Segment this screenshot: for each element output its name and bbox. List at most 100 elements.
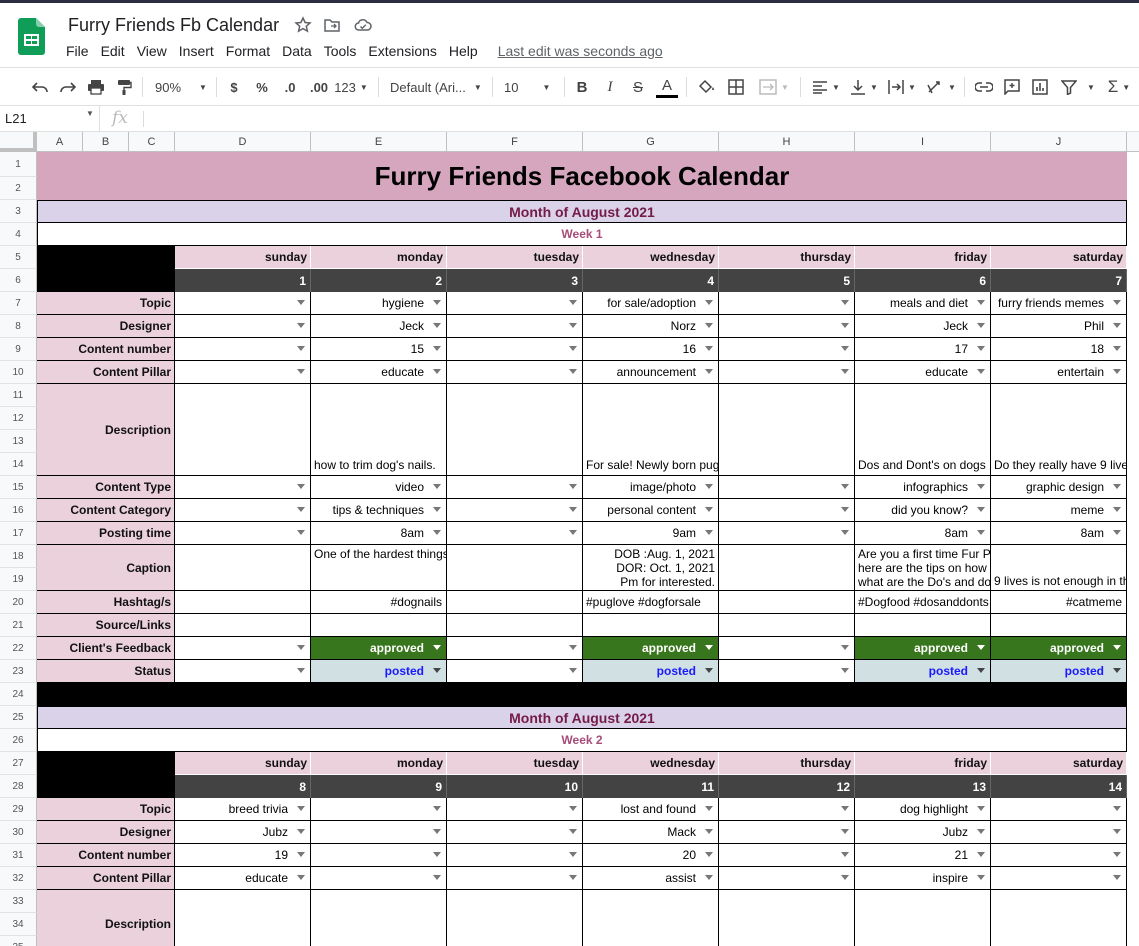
topic-dropdown[interactable] — [719, 798, 855, 821]
content-pillar-dropdown[interactable]: entertain — [991, 361, 1127, 384]
row-header-31[interactable]: 31 — [0, 844, 37, 867]
dropdown-arrow-icon[interactable] — [705, 806, 713, 811]
italic-button[interactable]: I — [602, 76, 618, 98]
posting-time-dropdown[interactable] — [447, 522, 583, 545]
row-header-33[interactable]: 33 — [0, 890, 37, 913]
content-number-dropdown[interactable]: 15 — [311, 338, 447, 361]
status-dropdown[interactable]: posted — [311, 660, 447, 683]
text-color-button[interactable]: A — [656, 76, 678, 98]
description-cell[interactable] — [175, 384, 311, 476]
dropdown-arrow-icon[interactable] — [841, 507, 849, 512]
dropdown-arrow-icon[interactable] — [1113, 484, 1121, 489]
dropdown-arrow-icon[interactable] — [705, 668, 713, 673]
content-category-dropdown[interactable]: tips & techniques — [311, 499, 447, 522]
dropdown-arrow-icon[interactable] — [1113, 645, 1121, 650]
description-cell[interactable] — [719, 890, 855, 946]
text-wrap-icon[interactable]: ▼ — [886, 76, 918, 98]
dropdown-arrow-icon[interactable] — [977, 852, 985, 857]
dropdown-arrow-icon[interactable] — [841, 645, 849, 650]
filter-icon[interactable]: ▼ — [1060, 76, 1096, 98]
row-header-11[interactable]: 11 — [0, 384, 37, 407]
designer-dropdown[interactable]: Phil — [991, 315, 1127, 338]
description-cell[interactable] — [583, 890, 719, 946]
strikethrough-button[interactable]: S — [630, 76, 646, 98]
hashtag-cell[interactable]: #dognails — [311, 591, 447, 614]
designer-dropdown[interactable] — [175, 315, 311, 338]
row-header-19[interactable]: 19 — [0, 568, 37, 591]
dropdown-arrow-icon[interactable] — [297, 829, 305, 834]
content-pillar-dropdown[interactable] — [175, 361, 311, 384]
dropdown-arrow-icon[interactable] — [977, 875, 985, 880]
hashtag-cell[interactable]: #puglove #dogforsale — [583, 591, 719, 614]
zoom-select[interactable]: 90% ▼ — [152, 76, 210, 98]
menu-view[interactable]: View — [137, 43, 173, 63]
content-number-dropdown[interactable] — [991, 844, 1127, 867]
feedback-dropdown[interactable] — [447, 637, 583, 660]
status-dropdown[interactable] — [447, 660, 583, 683]
select-all-corner[interactable] — [0, 132, 37, 152]
content-type-dropdown[interactable]: video — [311, 476, 447, 499]
dropdown-arrow-icon[interactable] — [705, 346, 713, 351]
dropdown-arrow-icon[interactable] — [841, 852, 849, 857]
content-number-dropdown[interactable] — [311, 844, 447, 867]
functions-icon[interactable]: Σ ▼ — [1104, 76, 1134, 98]
description-cell[interactable]: For sale! Newly born pug — [583, 384, 719, 476]
designer-dropdown[interactable]: Jubz — [855, 821, 991, 844]
dropdown-arrow-icon[interactable] — [433, 530, 441, 535]
dropdown-arrow-icon[interactable] — [977, 668, 985, 673]
description-cell[interactable]: Dos and Dont's on dogs — [855, 384, 991, 476]
topic-dropdown[interactable] — [311, 798, 447, 821]
topic-dropdown[interactable] — [719, 292, 855, 315]
content-number-dropdown[interactable]: 19 — [175, 844, 311, 867]
status-dropdown[interactable] — [719, 660, 855, 683]
row-header-26[interactable]: 26 — [0, 729, 37, 752]
dropdown-arrow-icon[interactable] — [297, 806, 305, 811]
dropdown-arrow-icon[interactable] — [569, 875, 577, 880]
caption-cell[interactable]: Are you a first time Fur Phere are the t… — [855, 545, 991, 591]
print-icon[interactable] — [86, 76, 106, 98]
row-header-13[interactable]: 13 — [0, 430, 37, 453]
dropdown-arrow-icon[interactable] — [977, 323, 985, 328]
caption-cell[interactable]: 9 lives is not enough in th — [991, 545, 1127, 591]
feedback-dropdown[interactable] — [175, 637, 311, 660]
dropdown-arrow-icon[interactable] — [705, 507, 713, 512]
dropdown-arrow-icon[interactable] — [841, 346, 849, 351]
dropdown-arrow-icon[interactable] — [433, 323, 441, 328]
topic-dropdown[interactable] — [991, 798, 1127, 821]
dropdown-arrow-icon[interactable] — [433, 875, 441, 880]
dropdown-arrow-icon[interactable] — [569, 323, 577, 328]
content-category-dropdown[interactable]: personal content — [583, 499, 719, 522]
content-category-dropdown[interactable]: did you know? — [855, 499, 991, 522]
dropdown-arrow-icon[interactable] — [433, 668, 441, 673]
dropdown-arrow-icon[interactable] — [569, 530, 577, 535]
dropdown-arrow-icon[interactable] — [705, 875, 713, 880]
menu-help[interactable]: Help — [449, 43, 484, 63]
dropdown-arrow-icon[interactable] — [977, 645, 985, 650]
content-pillar-dropdown[interactable]: inspire — [855, 867, 991, 890]
row-header-23[interactable]: 23 — [0, 660, 37, 683]
dropdown-arrow-icon[interactable] — [433, 829, 441, 834]
row-header-16[interactable]: 16 — [0, 499, 37, 522]
topic-dropdown[interactable]: meals and diet — [855, 292, 991, 315]
dropdown-arrow-icon[interactable] — [841, 369, 849, 374]
topic-dropdown[interactable]: dog highlight — [855, 798, 991, 821]
bold-button[interactable]: B — [574, 76, 590, 98]
row-header-24[interactable]: 24 — [0, 683, 37, 706]
row-header-21[interactable]: 21 — [0, 614, 37, 637]
column-header-d[interactable]: D — [175, 132, 311, 152]
description-cell[interactable] — [719, 384, 855, 476]
dropdown-arrow-icon[interactable] — [841, 668, 849, 673]
vertical-align-icon[interactable]: ▼ — [848, 76, 880, 98]
dropdown-arrow-icon[interactable] — [569, 668, 577, 673]
dropdown-arrow-icon[interactable] — [297, 323, 305, 328]
topic-dropdown[interactable]: breed trivia — [175, 798, 311, 821]
row-header-12[interactable]: 12 — [0, 407, 37, 430]
content-pillar-dropdown[interactable]: educate — [311, 361, 447, 384]
dropdown-arrow-icon[interactable] — [569, 369, 577, 374]
dropdown-arrow-icon[interactable] — [569, 852, 577, 857]
name-box[interactable]: L21 — [0, 106, 100, 131]
row-header-32[interactable]: 32 — [0, 867, 37, 890]
feedback-dropdown[interactable] — [719, 637, 855, 660]
column-header-h[interactable]: H — [719, 132, 855, 152]
designer-dropdown[interactable]: Jubz — [175, 821, 311, 844]
